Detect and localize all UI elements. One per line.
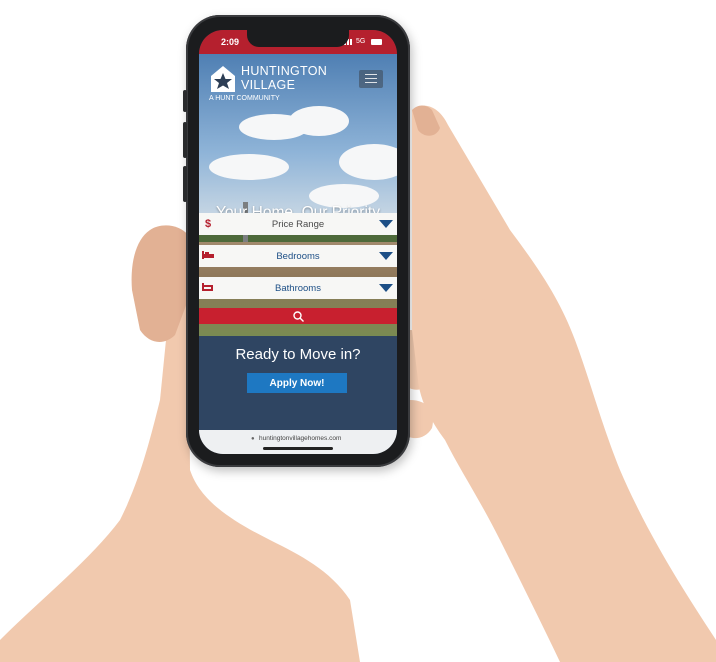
home-indicator: [263, 447, 333, 450]
bathrooms-select[interactable]: Bathrooms: [199, 277, 397, 299]
hamburger-icon: [365, 74, 377, 84]
status-time: 2:09: [221, 37, 240, 47]
search-icon: [292, 310, 304, 322]
apply-now-button[interactable]: Apply Now!: [247, 373, 347, 393]
network-label: 5G: [356, 38, 366, 45]
scene: 2:09 5G HUNTINGTON VILLAGE A HUNT COMMUN…: [0, 0, 716, 662]
bedrooms-label: Bedrooms: [276, 250, 320, 262]
battery-icon: [371, 39, 382, 45]
lock-icon: ●: [251, 436, 255, 442]
cta-heading: Ready to Move in?: [235, 346, 361, 363]
house-star-icon: [211, 66, 235, 92]
menu-button[interactable]: [359, 70, 383, 88]
bed-icon: [199, 250, 217, 262]
phone-volume-up: [183, 122, 187, 158]
chevron-down-icon: [379, 284, 393, 292]
chevron-down-icon: [379, 220, 393, 228]
url-text: huntingtonvillagehomes.com: [259, 435, 342, 442]
bathrooms-label: Bathrooms: [275, 282, 321, 294]
browser-url-bar[interactable]: ● huntingtonvillagehomes.com: [199, 430, 397, 454]
phone-screen: 2:09 5G HUNTINGTON VILLAGE A HUNT COMMUN…: [199, 30, 397, 454]
bath-icon: [199, 282, 217, 295]
brand-name-line1: HUNTINGTON: [241, 64, 328, 78]
phone-mute-switch: [183, 90, 187, 112]
brand-tagline: A HUNT COMMUNITY: [209, 95, 280, 102]
price-range-select[interactable]: $ Price Range: [199, 213, 397, 235]
price-range-label: Price Range: [271, 218, 325, 230]
notch: [247, 30, 349, 47]
cloud: [289, 106, 349, 136]
cloud: [209, 154, 289, 180]
brand-logo[interactable]: HUNTINGTON VILLAGE A HUNT COMMUNITY: [209, 62, 339, 106]
search-button[interactable]: [199, 308, 397, 324]
dollar-icon: $: [204, 218, 212, 230]
bedrooms-select[interactable]: Bedrooms: [199, 245, 397, 267]
phone-volume-down: [183, 166, 187, 202]
chevron-down-icon: [379, 252, 393, 260]
brand-name-line2: VILLAGE: [241, 78, 296, 92]
